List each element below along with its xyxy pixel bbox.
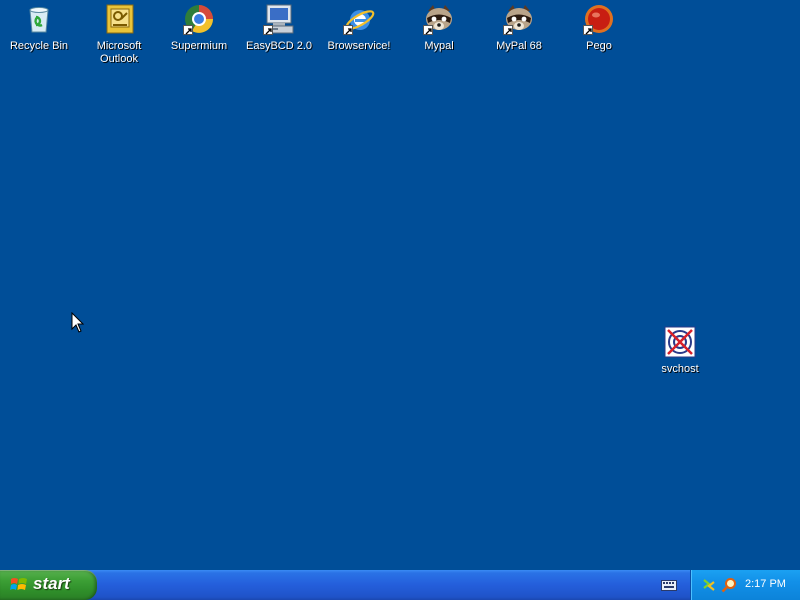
desktop-icon-microsoft-outlook[interactable]: Microsoft Outlook <box>80 3 158 66</box>
internet-explorer-icon <box>343 3 375 35</box>
recycle-bin-icon <box>23 3 55 35</box>
pego-icon <box>583 3 615 35</box>
supermium-icon <box>183 3 215 35</box>
shortcut-arrow-icon <box>423 25 433 35</box>
desktop-icon-browservice[interactable]: Browservice! <box>320 3 398 53</box>
system-tray: 2:17 PM <box>690 570 800 600</box>
desktop-icon-label: Recycle Bin <box>9 40 69 52</box>
desktop-icon-label: MyPal 68 <box>496 40 542 52</box>
desktop-icon-label: EasyBCD 2.0 <box>245 40 313 52</box>
desktop-icon-label: Supermium <box>170 40 228 52</box>
shortcut-arrow-icon <box>183 25 193 35</box>
svchost-icon <box>664 326 696 358</box>
start-button[interactable]: start <box>0 570 97 600</box>
shortcut-arrow-icon <box>263 25 273 35</box>
desktop-icon-mypal-68[interactable]: MyPal 68 <box>480 3 558 53</box>
windows-logo-icon <box>10 578 27 590</box>
desktop-icon-label: Browservice! <box>327 40 391 52</box>
taskbar: start 2:17 PM <box>0 570 800 600</box>
desktop-icon-svchost[interactable]: svchost <box>641 326 719 376</box>
shortcut-arrow-icon <box>583 25 593 35</box>
outlook-icon <box>103 3 135 35</box>
search-magnifier-icon[interactable] <box>721 577 737 593</box>
desktop-icon-mypal[interactable]: Mypal <box>400 3 478 53</box>
mouse-pointer-icon <box>71 312 85 333</box>
desktop-icon-recycle-bin[interactable]: Recycle Bin <box>0 3 78 53</box>
desktop[interactable]: Recycle Bin Microsoft Outlook Supermium … <box>0 0 800 570</box>
desktop-icon-label: Mypal <box>424 40 454 52</box>
shortcut-arrow-icon <box>343 25 353 35</box>
desktop-icon-supermium[interactable]: Supermium <box>160 3 238 53</box>
easybcd-icon <box>263 3 295 35</box>
desktop-icon-pego[interactable]: Pego <box>560 3 638 53</box>
desktop-icon-label: Pego <box>586 40 612 52</box>
keyboard-icon[interactable] <box>661 578 677 592</box>
mypal-icon <box>503 3 535 35</box>
desktop-icon-easybcd[interactable]: EasyBCD 2.0 <box>240 3 318 53</box>
start-label: start <box>33 574 70 593</box>
desktop-icon-label: Microsoft Outlook <box>96 40 142 65</box>
desktop-icon-label: svchost <box>661 363 699 375</box>
shortcut-arrow-icon <box>503 25 513 35</box>
network-status-icon[interactable] <box>701 577 717 593</box>
clock[interactable]: 2:17 PM <box>745 578 786 590</box>
mypal-icon <box>423 3 455 35</box>
